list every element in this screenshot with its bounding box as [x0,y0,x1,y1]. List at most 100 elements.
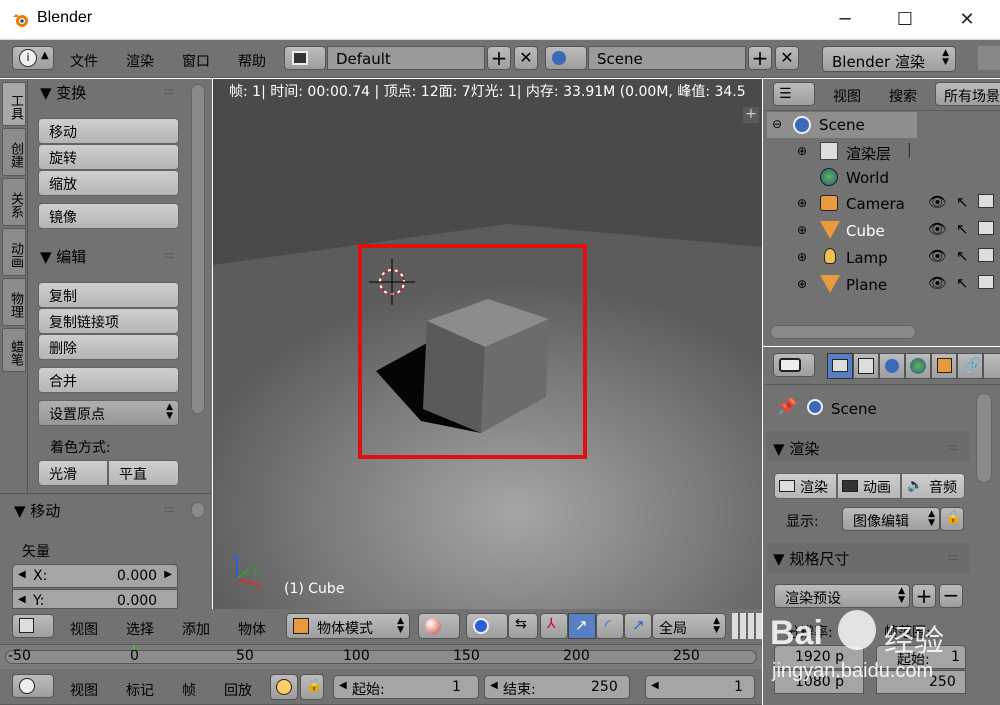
menu-window[interactable]: 窗口 [182,51,210,71]
minimize-button[interactable]: ─ [822,6,868,34]
edit-panel-header[interactable]: ▼ 编辑 [40,246,86,267]
outliner-item-plane[interactable]: ⊕ Plane 👁 ↖ [767,272,1000,298]
keyframe-filter-button[interactable] [270,674,298,700]
menu-view[interactable]: 视图 [70,680,98,700]
remove-preset-button[interactable]: − [939,584,963,608]
visibility-eye-icon[interactable]: 👁 [928,274,947,292]
render-camera-icon[interactable] [978,221,994,235]
outliner-display-dropdown[interactable]: 所有场景 [935,82,1000,106]
editor-type-button[interactable]: i ▲ [12,46,54,70]
render-audio-button[interactable]: 音频 🔈 [901,473,965,499]
close-button[interactable]: ✕ [944,6,990,34]
modifiers-tab[interactable] [983,353,1000,379]
lock-button[interactable]: 🔒 [300,674,324,700]
mode-dropdown[interactable]: 物体模式 ▲ ▼ [286,613,410,639]
vector-y-field[interactable]: ◀ Y: 0.000 [12,589,178,609]
remove-layout-button[interactable]: ✕ [514,46,538,70]
menu-object[interactable]: 物体 [238,619,266,639]
resolution-x-field[interactable]: 1920 p [774,645,864,669]
menu-add[interactable]: 添加 [182,619,210,639]
duplicate-linked-button[interactable]: 复制链接项 [38,308,179,334]
timeline-editor-type-button[interactable] [12,674,54,698]
outliner-menu-search[interactable]: 搜索 [889,86,917,106]
pin-icon[interactable]: 📌 [777,397,797,416]
select-arrow-icon[interactable]: ↖ [956,247,969,265]
render-preset-dropdown[interactable]: 渲染预设 ▲ ▼ [774,584,910,608]
object-tab[interactable] [931,353,957,379]
outliner-item-cube[interactable]: ⊕ Cube 👁 ↖ [767,218,1000,244]
display-dropdown[interactable]: 图像编辑 ▲ ▼ [842,507,940,531]
menu-frame[interactable]: 帧 [182,680,196,700]
rotate-button[interactable]: 旋转 [38,144,179,170]
layout-name-field[interactable]: Default [327,46,485,70]
manipulator-axis-button[interactable]: ⅄ [540,613,568,639]
render-layers-tab[interactable] [853,353,879,379]
render-engine-dropdown[interactable]: Blender 渲染 ▲ ▼ [822,46,956,72]
tab-animation[interactable]: 动画 [2,228,26,276]
menu-view[interactable]: 视图 [70,619,98,639]
menu-file[interactable]: 文件 [70,51,98,71]
lock-interface-button[interactable]: 🔒 [940,507,964,531]
visibility-eye-icon[interactable]: 👁 [928,193,947,211]
menu-playback[interactable]: 回放 [224,680,252,700]
frame-end-field[interactable]: 250 [876,670,966,694]
frame-start-field[interactable]: 起始: 1 [876,645,966,669]
menu-marker[interactable]: 标记 [126,680,154,700]
delete-button[interactable]: 删除 [38,334,179,360]
menu-select[interactable]: 选择 [126,619,154,639]
pivot-dropdown[interactable] [466,613,508,639]
shade-smooth-button[interactable]: 光滑 [38,460,108,486]
outliner-scrollbar[interactable] [770,325,916,339]
render-camera-icon[interactable] [978,194,994,208]
menu-help[interactable]: 帮助 [238,51,266,71]
3d-viewport[interactable]: z y x 帧: 1| 时间: 00:00.74 | 顶点: 12面: 7灯光:… [213,79,762,609]
layers-grid[interactable] [732,613,762,639]
viewport-shading-dropdown[interactable] [418,613,460,639]
join-button[interactable]: 合并 [38,367,179,393]
render-panel-header[interactable]: ▼ 渲染 [773,438,819,459]
manipulator-toggle[interactable]: ⇆ [508,613,538,639]
3d-editor-type-button[interactable] [12,614,54,638]
maximize-button[interactable]: ☐ [882,6,928,34]
toolshelf-scrollbar[interactable] [191,84,205,414]
end-frame-field[interactable]: ◀ 结束: 250 [484,675,630,699]
tab-tools[interactable]: 工具 [2,82,26,126]
tab-physics[interactable]: 物理 [2,278,26,326]
select-arrow-icon[interactable]: ↖ [956,220,969,238]
select-arrow-icon[interactable]: ↖ [956,193,969,211]
outliner-item-renderlayer[interactable]: ⊕ 渲染层 | [767,139,1000,165]
properties-scrollbar[interactable] [976,393,992,483]
remove-scene-button[interactable]: ✕ [775,46,799,70]
render-camera-icon[interactable] [978,275,994,289]
constraints-tab[interactable]: 🔗 [957,353,983,379]
timeline-scroll[interactable] [5,650,757,664]
timeline-ruler[interactable]: -50 0 50 100 150 200 250 [0,645,762,669]
render-camera-icon[interactable] [978,248,994,262]
shade-flat-button[interactable]: 平直 [108,460,179,486]
tab-relations[interactable]: 关系 [2,178,26,226]
scale-manipulator-button[interactable]: ↗ [624,613,652,639]
scene-name-field[interactable]: Scene [588,46,746,70]
tab-create[interactable]: 创建 [2,128,26,176]
add-preset-button[interactable]: + [912,584,936,608]
outliner-item-scene[interactable]: ⊖ Scene [767,112,1000,138]
vector-x-field[interactable]: ◀ X: 0.000 ▶ [12,564,178,588]
add-scene-button[interactable]: + [748,46,772,70]
render-context-tab[interactable] [827,353,853,379]
select-arrow-icon[interactable]: ↖ [956,274,969,292]
start-frame-field[interactable]: ◀ 起始: 1 [333,675,479,699]
menu-render[interactable]: 渲染 [126,51,154,71]
outliner-editor-type-button[interactable]: ☰ [773,82,815,106]
layout-dropdown[interactable] [284,46,326,70]
outliner-item-lamp[interactable]: ⊕ Lamp 👁 ↖ [767,245,1000,271]
outliner-item-world[interactable]: World [767,165,1000,191]
visibility-eye-icon[interactable]: 👁 [928,247,947,265]
render-still-button[interactable]: 渲染 [774,473,837,499]
translate-manipulator-button[interactable]: ↗ [568,613,596,639]
transform-panel-header[interactable]: ▼ 变换 [40,82,86,103]
render-animation-button[interactable]: 动画 [837,473,901,499]
add-layout-button[interactable]: + [487,46,511,70]
resolution-y-field[interactable]: 1080 p [774,670,864,694]
properties-toggle-icon[interactable]: + [743,107,759,123]
mirror-button[interactable]: 镜像 [38,203,179,229]
